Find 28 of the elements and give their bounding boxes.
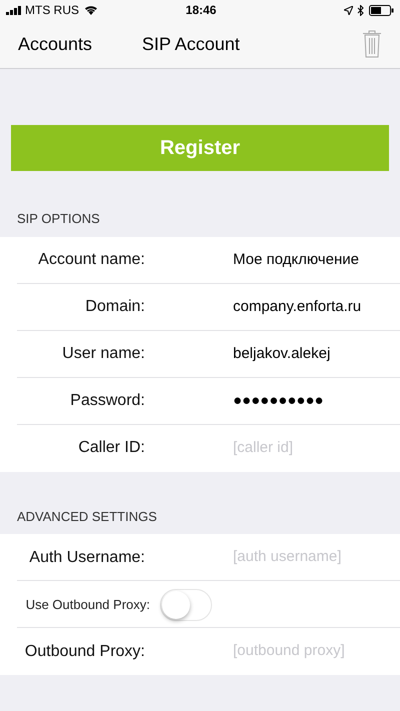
toggle-switch[interactable] [160, 588, 212, 620]
input-field[interactable]: [outbound proxy] [233, 640, 393, 663]
field-label: Auth Username: [28, 548, 145, 568]
bluetooth-icon [357, 4, 364, 16]
location-icon [344, 6, 353, 14]
field-label: Domain: [84, 297, 145, 317]
section-header: SIP OPTIONS [16, 210, 101, 228]
input-field[interactable]: beljakov.alekej [233, 342, 393, 366]
field-label: Use Outbound Proxy: [24, 596, 150, 614]
back-button[interactable]: Accounts [18, 30, 92, 58]
input-field[interactable]: [auth username] [233, 546, 393, 569]
input-field[interactable]: company.enforta.ru [233, 296, 393, 318]
nav-title: SIP Account [142, 32, 241, 56]
section-header: ADVANCED SETTINGS [16, 508, 158, 526]
wifi-icon [84, 5, 98, 15]
carrier-text: MTS RUS [25, 2, 79, 19]
field-label: Caller ID: [77, 438, 145, 458]
input-field[interactable]: Мое подключение [233, 248, 393, 272]
signal-icon [6, 6, 22, 14]
battery-icon [369, 4, 394, 16]
field-label: User name: [61, 344, 145, 364]
input-field[interactable]: [caller id] [233, 436, 393, 460]
field-label: Password: [69, 391, 145, 411]
input-field[interactable]: ●●●●●●●●●● [233, 390, 393, 412]
trash-icon[interactable] [362, 30, 382, 58]
field-label: Account name: [37, 250, 145, 270]
clock-text: 18:46 [184, 2, 218, 19]
field-label: Outbound Proxy: [24, 642, 145, 662]
